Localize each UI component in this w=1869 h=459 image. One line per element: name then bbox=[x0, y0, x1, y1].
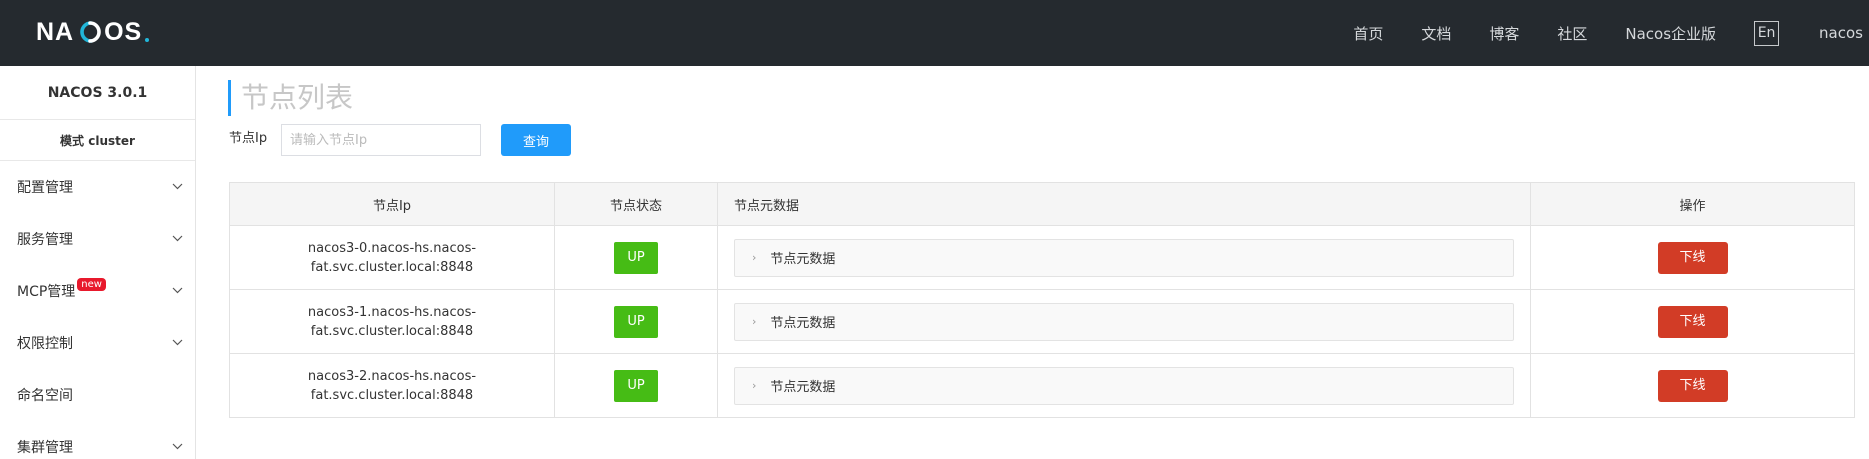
table-row: nacos3-1.nacos-hs.nacos- fat.svc.cluster… bbox=[229, 289, 1855, 354]
offline-button[interactable]: 下线 bbox=[1657, 369, 1728, 402]
table-row: nacos3-0.nacos-hs.nacos- fat.svc.cluster… bbox=[229, 225, 1855, 290]
nav-enterprise[interactable]: Nacos企业版 bbox=[1625, 23, 1716, 44]
chevron-down-icon bbox=[172, 183, 183, 190]
chevron-right-icon: › bbox=[752, 379, 757, 392]
sidebar-item-label: 集群管理 bbox=[17, 440, 73, 456]
sidebar-item-auth[interactable]: 权限控制 bbox=[0, 317, 195, 369]
query-button[interactable]: 查询 bbox=[501, 124, 571, 156]
status-badge: UP bbox=[614, 241, 658, 274]
node-table: 节点Ip 节点状态 节点元数据 操作 nacos3-0.nacos-hs.nac… bbox=[229, 182, 1855, 418]
nav-community[interactable]: 社区 bbox=[1557, 23, 1587, 44]
chevron-down-icon bbox=[172, 235, 183, 242]
sidebar-item-service[interactable]: 服务管理 bbox=[0, 213, 195, 265]
node-ip-line: fat.svc.cluster.local:8848 bbox=[310, 259, 474, 275]
node-ip-input[interactable] bbox=[281, 124, 481, 156]
page-title: 节点列表 bbox=[228, 80, 353, 116]
offline-button[interactable]: 下线 bbox=[1657, 305, 1728, 338]
sidebar-item-config[interactable]: 配置管理 bbox=[0, 161, 195, 213]
actions-cell: 下线 bbox=[1530, 225, 1855, 290]
chevron-right-icon: › bbox=[752, 315, 757, 328]
node-metadata-cell: › 节点元数据 bbox=[717, 289, 1531, 354]
language-switch-button[interactable]: En bbox=[1754, 20, 1780, 46]
actions-cell: 下线 bbox=[1530, 353, 1855, 418]
status-badge: UP bbox=[614, 369, 658, 402]
metadata-label: 节点元数据 bbox=[770, 252, 836, 267]
node-ip-line: fat.svc.cluster.local:8848 bbox=[310, 387, 474, 403]
new-badge: new bbox=[77, 277, 106, 291]
user-menu[interactable]: nacos bbox=[1819, 24, 1863, 42]
node-ip-label: 节点Ip bbox=[229, 131, 268, 146]
chevron-down-icon bbox=[172, 287, 183, 294]
top-nav: 首页 文档 博客 社区 Nacos企业版 En nacos bbox=[1353, 0, 1869, 66]
sidebar-version: NACOS 3.0.1 bbox=[0, 66, 195, 120]
node-ip-line: nacos3-2.nacos-hs.nacos- bbox=[307, 368, 477, 384]
node-ip-cell: nacos3-0.nacos-hs.nacos- fat.svc.cluster… bbox=[229, 225, 555, 290]
metadata-expander[interactable]: › 节点元数据 bbox=[734, 302, 1514, 341]
chevron-right-icon: › bbox=[752, 251, 757, 264]
metadata-expander[interactable]: › 节点元数据 bbox=[734, 238, 1514, 277]
top-header: NA OS 首页 文档 博客 社区 Nacos企业版 En nacos bbox=[0, 0, 1869, 66]
node-ip-cell: nacos3-1.nacos-hs.nacos- fat.svc.cluster… bbox=[229, 289, 555, 354]
status-badge: UP bbox=[614, 305, 658, 338]
node-status-cell: UP bbox=[554, 289, 718, 354]
node-status-cell: UP bbox=[554, 225, 718, 290]
sidebar-item-label: 配置管理 bbox=[17, 180, 73, 196]
table-header-row: 节点Ip 节点状态 节点元数据 操作 bbox=[229, 182, 1855, 226]
column-header-actions: 操作 bbox=[1530, 182, 1855, 226]
sidebar-item-label: 命名空间 bbox=[17, 388, 73, 404]
metadata-expander[interactable]: › 节点元数据 bbox=[734, 366, 1514, 405]
sidebar-item-label: 服务管理 bbox=[17, 232, 73, 248]
column-header-node-metadata: 节点元数据 bbox=[717, 182, 1531, 226]
sidebar-item-label: 权限控制 bbox=[17, 336, 73, 352]
nacos-logo-icon bbox=[80, 21, 101, 43]
chevron-down-icon bbox=[172, 339, 183, 346]
logo-text-left: NA bbox=[36, 17, 75, 46]
nav-home[interactable]: 首页 bbox=[1353, 23, 1383, 44]
node-metadata-cell: › 节点元数据 bbox=[717, 353, 1531, 418]
metadata-label: 节点元数据 bbox=[770, 380, 836, 395]
node-ip-line: nacos3-0.nacos-hs.nacos- bbox=[307, 240, 477, 256]
actions-cell: 下线 bbox=[1530, 289, 1855, 354]
nav-blog[interactable]: 博客 bbox=[1489, 23, 1519, 44]
table-row: nacos3-2.nacos-hs.nacos- fat.svc.cluster… bbox=[229, 353, 1855, 418]
sidebar-mode: 模式 cluster bbox=[0, 120, 195, 161]
metadata-label: 节点元数据 bbox=[770, 316, 836, 331]
node-ip-cell: nacos3-2.nacos-hs.nacos- fat.svc.cluster… bbox=[229, 353, 555, 418]
sidebar-item-label: MCP管理 bbox=[17, 284, 76, 300]
nacos-logo[interactable]: NA OS bbox=[36, 17, 150, 46]
column-header-node-ip: 节点Ip bbox=[229, 182, 555, 226]
node-ip-line: nacos3-1.nacos-hs.nacos- bbox=[307, 304, 477, 320]
logo-dot bbox=[145, 38, 150, 42]
column-header-node-status: 节点状态 bbox=[554, 182, 718, 226]
sidebar-item-namespace[interactable]: 命名空间 bbox=[0, 369, 195, 421]
sidebar: NACOS 3.0.1 模式 cluster 配置管理 服务管理 MCP管理 n… bbox=[0, 66, 196, 459]
node-ip-line: fat.svc.cluster.local:8848 bbox=[310, 323, 474, 339]
node-metadata-cell: › 节点元数据 bbox=[717, 225, 1531, 290]
logo-text-right: OS bbox=[104, 17, 143, 46]
chevron-down-icon bbox=[172, 443, 183, 450]
sidebar-item-cluster[interactable]: 集群管理 bbox=[0, 421, 195, 459]
node-status-cell: UP bbox=[554, 353, 718, 418]
nav-docs[interactable]: 文档 bbox=[1421, 23, 1451, 44]
sidebar-item-mcp[interactable]: MCP管理 new bbox=[0, 265, 195, 317]
offline-button[interactable]: 下线 bbox=[1657, 241, 1728, 274]
